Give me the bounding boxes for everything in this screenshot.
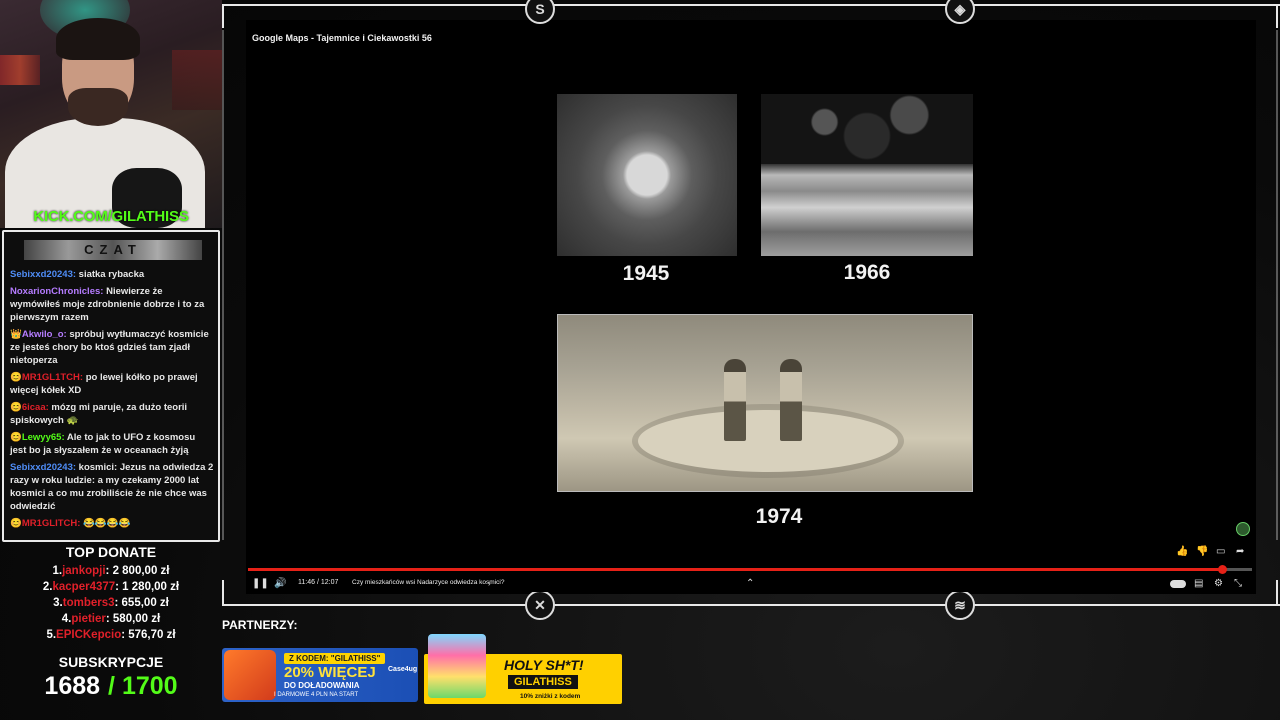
subs-current: 1688 [44, 672, 101, 700]
chevron-right-icon[interactable]: › [488, 578, 491, 590]
chat-username[interactable]: 😊MR1GL1TCH: [10, 372, 83, 383]
chat-message: 😊Lewyy65: Ale to jak to UFO z kosmosu je… [10, 431, 214, 457]
donate-amount: : 576,70 zł [121, 629, 176, 641]
chat-message: Sebixxd20243: kosmici: Jezus na odwiedza… [10, 461, 214, 513]
chat-message: 😊MR1GL1TCH: po lewej kółko po prawej wię… [10, 371, 214, 397]
chat-message: NoxarionChronicles: Niewierze że wymówił… [10, 285, 214, 324]
promo-subtext: 10% zniżki z kodem [520, 693, 581, 700]
chat-username[interactable]: 😊6icaa: [10, 402, 49, 413]
donate-rank: 5. [46, 629, 57, 641]
chat-username[interactable]: Sebixxd20243: [10, 462, 76, 473]
photo-1966 [761, 94, 973, 256]
donate-row: 2.kacper4377: 1 280,00 zł [0, 579, 222, 595]
year-label-1966: 1966 [843, 261, 891, 284]
year-label-1974: 1974 [755, 505, 803, 528]
donate-name: tombers3 [62, 597, 115, 609]
autoplay-toggle[interactable] [1170, 580, 1186, 588]
player-controls: ❚❚ 🔊 11:46 / 12:07 Czy mieszkańców wsi N… [246, 554, 1254, 592]
volume-icon[interactable]: 🔊 [274, 578, 286, 590]
channel-avatar-icon[interactable] [1236, 522, 1250, 536]
exit-fullscreen-icon[interactable]: ⤡ [1234, 578, 1242, 590]
top-donate-panel: TOP DONATE 1.jankopji: 2 800,00 zł 2.kacp… [0, 544, 222, 643]
donate-rank: 3. [53, 597, 63, 609]
top-donate-title: TOP DONATE [65, 544, 157, 560]
chat-username[interactable]: 👑Akwilo_o: [10, 329, 67, 340]
donate-amount: : 2 800,00 zł [105, 565, 170, 577]
promo-line3: I DARMOWE 4 PLN NA START [274, 692, 359, 698]
donate-name: EPICKepcio [56, 629, 122, 641]
donate-row: 4.pietier: 580,00 zł [0, 611, 222, 627]
chevron-up-icon[interactable]: ⌃ [746, 578, 754, 590]
chat-text: siatka rybacka [78, 269, 145, 280]
subtitles-icon[interactable]: ▤ [1194, 578, 1203, 590]
gear-icon[interactable]: ⚙ [1214, 578, 1223, 590]
donate-amount: : 655,00 zł [114, 597, 169, 609]
chat-username[interactable]: NoxarionChronicles: [10, 286, 103, 297]
donate-rank: 1. [52, 565, 63, 577]
donate-amount: : 1 280,00 zł [115, 581, 180, 593]
webcam-feed [0, 0, 222, 228]
donate-row: 3.tombers3: 655,00 zł [0, 595, 222, 611]
stream-overlay: KICK.COM/GILATHISS CZAT Sebixxd20243: si… [0, 0, 1280, 720]
promo-code: GILATHISS [508, 675, 578, 689]
chat-message: 😊MR1GLITCH: 😂😂😂😂 [10, 517, 214, 530]
donate-name: pietier [71, 613, 106, 625]
chat-username[interactable]: Sebixxd20243: [10, 269, 76, 280]
chat-message: 👑Akwilo_o: spróbuj wytłumaczyć kosmicie … [10, 328, 214, 367]
video-title[interactable]: Google Maps - Tajemnice i Ciekawostki 56 [252, 33, 432, 43]
donate-row: 5.EPICKepcio: 576,70 zł [0, 627, 222, 643]
chat-text: 😂😂😂😂 [83, 518, 131, 529]
subs-goal: / 1700 [108, 672, 178, 700]
chat-title: CZAT [24, 240, 202, 260]
partner-banner-holyshit[interactable]: HOLY SH*T! GILATHISS 10% zniżki z kodem [424, 634, 622, 704]
chat-message: Sebixxd20243: siatka rybacka [10, 268, 214, 281]
promo-code: Z KODEM: "GILATHISS" [284, 653, 386, 664]
chapter-title[interactable]: Czy mieszkańców wsi Nadarzyce odwiedza k… [352, 579, 504, 586]
donate-amount: : 580,00 zł [105, 613, 161, 625]
partners-label: PARTNERZY: [222, 618, 298, 632]
pause-icon[interactable]: ❚❚ [252, 578, 269, 590]
progress-bar[interactable] [248, 565, 1252, 574]
channel-url: KICK.COM/GILATHISS [33, 208, 189, 225]
treasure-chest-icon [224, 650, 276, 700]
frame-logo-icon: ✕ [525, 590, 555, 620]
video-player[interactable]: Google Maps - Tajemnice i Ciekawostki 56… [246, 24, 1254, 592]
donate-name: kacper4377 [52, 581, 116, 593]
partner-banner-case4ug[interactable]: Z KODEM: "GILATHISS" 20% WIĘCEJ DO DOŁAD… [222, 648, 418, 702]
promo-headline: HOLY SH*T! [504, 657, 584, 673]
year-label-1945: 1945 [622, 262, 670, 285]
photo-1945 [557, 94, 737, 256]
donate-rank: 4. [61, 613, 72, 625]
chat-username[interactable]: 😊MR1GLITCH: [10, 518, 80, 529]
subs-counter: 1688/ 1700 [0, 672, 222, 701]
promo-line2: DO DOŁADOWANIA [284, 681, 360, 690]
donate-name: jankopji [62, 565, 106, 577]
subs-title: SUBSKRYPCJE [58, 654, 164, 670]
photo-1974 [557, 314, 973, 492]
chat-message: 😊6icaa: mózg mi paruje, za dużo teorii s… [10, 401, 214, 427]
product-box-icon [428, 634, 486, 698]
donate-row: 1.jankopji: 2 800,00 zł [0, 563, 222, 579]
brand-name: Case4ug [388, 666, 418, 673]
promo-headline: 20% WIĘCEJ [284, 664, 376, 681]
time-display: 11:46 / 12:07 [298, 579, 339, 586]
chat-username[interactable]: 😊Lewyy65: [10, 432, 65, 443]
chat-messages: Sebixxd20243: siatka rybacka NoxarionChro… [10, 268, 214, 534]
chat-panel: CZAT Sebixxd20243: siatka rybacka Noxario… [2, 230, 220, 542]
frame-logo-icon: ≋ [945, 590, 975, 620]
